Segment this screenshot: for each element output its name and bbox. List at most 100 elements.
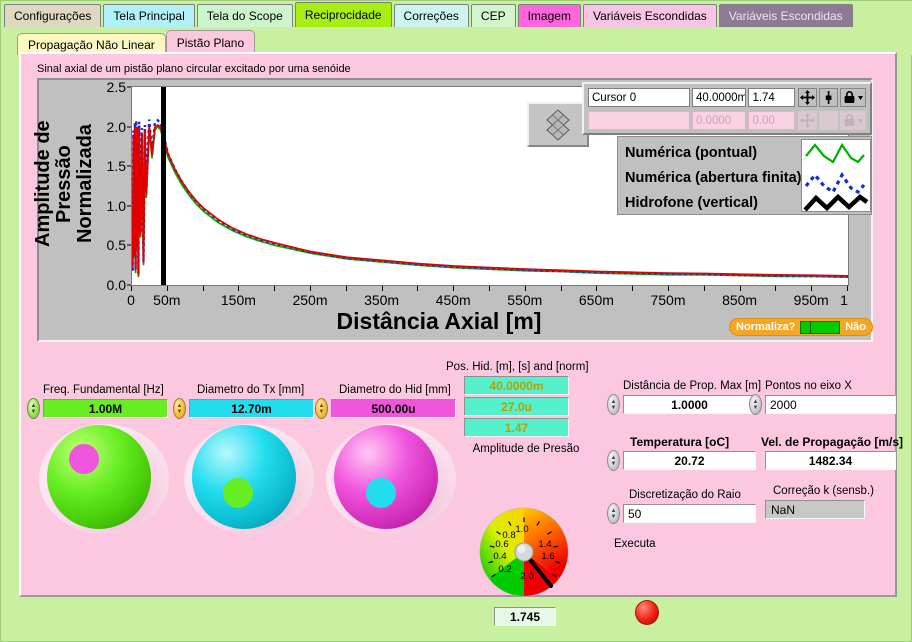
y-axis-ticks: 0.0 0.5 1.0 1.5 2.0 2.5: [87, 79, 131, 293]
x-tick-label: 450m: [435, 292, 471, 308]
x-tick-label: 1: [840, 292, 848, 308]
cursor-name-field[interactable]: Cursor 0: [588, 88, 690, 107]
x-tick-mark: [274, 286, 275, 291]
x-tick-mark: [131, 286, 132, 291]
tab-label: CEP: [480, 9, 506, 23]
temperatura-stepper[interactable]: ▲ ▼: [607, 450, 620, 471]
temperatura-value[interactable]: 20.72: [623, 451, 756, 470]
y-tick-label: 0.0: [106, 277, 126, 293]
normaliza-value: Não: [845, 321, 866, 333]
tab-5[interactable]: CEP: [470, 4, 516, 27]
freq-fundamental-stepper[interactable]: ▲ ▼: [27, 398, 40, 419]
subtab-label: Pistão Plano: [176, 36, 245, 50]
main-tab-bar: Configurações Tela Principal Tela do Scope…: [1, 1, 912, 27]
legend-item-label[interactable]: Numérica (pontual): [625, 140, 801, 165]
cursor-y-field[interactable]: 1.74: [748, 88, 795, 107]
move-cursor-icon[interactable]: [798, 88, 817, 107]
x-tick-label: 950m: [793, 292, 829, 308]
x-tick-mark: [382, 286, 383, 291]
discretizacao-raio-stepper[interactable]: ▲ ▼: [607, 503, 620, 524]
distancia-prop-max-value[interactable]: 1.0000: [623, 395, 756, 414]
tab-label: Correções: [403, 9, 459, 23]
panel-caption: Sinal axial de um pistão plano circular …: [37, 63, 351, 75]
svg-text:0.8: 0.8: [502, 530, 515, 541]
x-tick-label: 650m: [578, 292, 614, 308]
tab-label: Variáveis Escondidas: [728, 9, 843, 23]
cursor-x-field[interactable]: 0.0000: [691, 111, 747, 130]
move-cursor-icon[interactable]: [798, 111, 817, 130]
x-tick-label: 250m: [292, 292, 328, 308]
executa-label: Executa: [614, 538, 656, 550]
vel-propagacao-label: Vel. de Propagação [m/s]: [761, 435, 904, 449]
cursor-center-icon[interactable]: [819, 111, 838, 130]
lock-icon[interactable]: [840, 111, 866, 130]
x-tick-label: 750m: [650, 292, 686, 308]
x-tick-mark: [561, 286, 562, 291]
distancia-prop-max-stepper[interactable]: ▲ ▼: [607, 394, 620, 415]
sub-tab-bar: Propagação Não Linear Pistão Plano: [1, 27, 912, 55]
legend-item-label[interactable]: Numérica (abertura finita): [625, 165, 801, 190]
move-arrows-icon: [800, 90, 815, 105]
diametro-tx-knob-pointer: [223, 478, 253, 508]
tab-4[interactable]: Correções: [393, 4, 469, 27]
executa-led[interactable]: [635, 600, 659, 625]
diametro-hid-value[interactable]: 500.00u: [331, 399, 456, 418]
x-tick-mark: [704, 286, 705, 291]
x-tick-mark: [310, 286, 311, 291]
x-tick-mark: [453, 286, 454, 291]
tab-3[interactable]: Reciprocidade: [294, 2, 392, 27]
x-tick-label: 0: [127, 292, 135, 308]
tab-label: Tela do Scope: [206, 9, 283, 23]
subtab-label: Propagação Não Linear: [28, 37, 155, 52]
tab-0[interactable]: Configurações: [4, 4, 102, 27]
diametro-hid-label: Diametro do Hid [mm]: [339, 384, 451, 396]
x-tick-mark: [632, 286, 633, 291]
pontos-eixo-x-value[interactable]: 2000: [765, 395, 896, 414]
diametro-tx-knob[interactable]: [192, 425, 296, 529]
freq-fundamental-knob[interactable]: [47, 425, 151, 529]
diametro-tx-value[interactable]: 12.70m: [189, 399, 314, 418]
x-tick-mark: [525, 286, 526, 291]
tab-8[interactable]: Variáveis Escondidas: [718, 4, 853, 27]
correcao-k-label: Correção k (sensb.): [773, 485, 874, 497]
lock-icon[interactable]: [840, 88, 866, 107]
cursor-buttons: [798, 111, 866, 130]
freq-fundamental-value[interactable]: 1.00M: [43, 399, 168, 418]
tab-7[interactable]: Variáveis Escondidas: [582, 4, 717, 27]
cursor-center-icon[interactable]: [819, 88, 838, 107]
diametro-tx-stepper[interactable]: ▲ ▼: [173, 398, 186, 419]
diametro-hid-stepper[interactable]: ▲ ▼: [315, 398, 328, 419]
cursor-line[interactable]: [161, 87, 166, 285]
cursor-x-field[interactable]: 40.0000m: [691, 88, 747, 107]
tab-6[interactable]: Imagem: [517, 4, 581, 27]
tab-2[interactable]: Tela do Scope: [196, 4, 293, 27]
legend-item-label[interactable]: Hidrofone (vertical): [625, 190, 801, 215]
y-tick-label: 2.0: [106, 118, 126, 135]
plot-legend-samples: [801, 139, 872, 212]
correcao-k-value: NaN: [765, 500, 865, 519]
freq-fundamental-label: Freq. Fundamental [Hz]: [43, 384, 164, 396]
cursor-name-field[interactable]: [588, 111, 690, 130]
normaliza-toggle[interactable]: Normaliza? Não: [729, 318, 873, 336]
svg-text:1.6: 1.6: [541, 551, 554, 562]
distancia-prop-max-label: Distância de Prop. Max [m]: [623, 380, 762, 392]
cursor-row: 0.0000 0.00: [588, 110, 866, 131]
vel-propagacao-value: 1482.34: [765, 451, 896, 470]
cursor-y-field[interactable]: 0.00: [748, 111, 795, 130]
svg-text:0.2: 0.2: [498, 564, 511, 575]
pontos-eixo-x-stepper[interactable]: ▲ ▼: [749, 394, 762, 415]
cursor-movement-pad[interactable]: [527, 102, 589, 147]
normaliza-switch[interactable]: [800, 320, 841, 334]
svg-text:1.4: 1.4: [538, 539, 551, 550]
tab-1[interactable]: Tela Principal: [103, 4, 195, 27]
tab-label: Reciprocidade: [304, 8, 382, 22]
diametro-hid-knob-pointer: [366, 478, 396, 508]
cursor-legend: Cursor 0 40.0000m 1.74 0.0000 0.00: [582, 82, 872, 135]
lock-dropdown-icon: [844, 114, 863, 126]
discretizacao-raio-value[interactable]: 50: [623, 504, 756, 523]
plot-legend: Numérica (pontual) Numérica (abertura fi…: [617, 136, 872, 215]
cursor-row: Cursor 0 40.0000m 1.74: [588, 87, 866, 108]
diametro-hid-knob[interactable]: [334, 425, 438, 529]
amplitude-presao-value: 1.745: [494, 607, 556, 626]
pos-hid-value-s: 27.0u: [464, 397, 569, 416]
